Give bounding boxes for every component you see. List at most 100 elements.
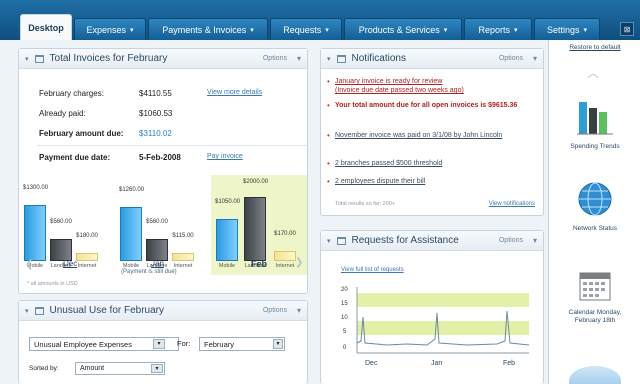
restore-default-link[interactable]: Restore to default: [553, 44, 637, 51]
y-tick: 15: [341, 301, 348, 307]
full-list-link[interactable]: View full list of requests: [341, 267, 404, 273]
options-link[interactable]: Options: [499, 55, 523, 62]
bar-value: $170.00: [274, 231, 296, 237]
invoice-bar-chart: $1300.00 Mobile $560.00 Landline $180.00…: [23, 175, 307, 279]
tab-settings[interactable]: Settings ▾: [534, 18, 600, 40]
scroll-left-icon[interactable]: ❮: [25, 259, 33, 270]
bar-mobile: [216, 219, 238, 261]
tab-products-services[interactable]: Products & Services ▾: [344, 18, 462, 40]
row-value: $1060.53: [139, 109, 173, 118]
notification-subtext: (Invoice due date passed two weeks ago): [335, 87, 464, 94]
chevron-down-icon[interactable]: ▾: [533, 54, 537, 63]
dropdown-arrow-icon[interactable]: ▾: [273, 339, 283, 349]
notifications-panel: ▾ Notifications Options ▾ • January invo…: [320, 48, 544, 216]
select-value: February: [204, 340, 235, 349]
calendar-icon: [34, 54, 44, 63]
widget-label: Spending Trends: [570, 143, 620, 150]
tab-label: Products & Services: [358, 24, 440, 35]
view-notifications-link[interactable]: View notifications: [489, 201, 535, 207]
threshold-band: [357, 293, 529, 307]
tab-expenses[interactable]: Expenses ▾: [74, 18, 146, 40]
scroll-up-icon[interactable]: ︿: [587, 64, 599, 81]
close-icon[interactable]: ⊠: [620, 22, 634, 36]
calendar-icon: [336, 54, 346, 63]
bar-internet: [76, 253, 98, 261]
options-link[interactable]: Options: [263, 55, 287, 62]
tab-label: Settings: [546, 24, 580, 35]
assistance-panel: ▾ Requests for Assistance Options ▾ View…: [320, 230, 544, 384]
tab-requests[interactable]: Requests ▾: [270, 18, 342, 40]
chevron-down-icon[interactable]: ▾: [297, 306, 301, 315]
bar-value: $115.00: [172, 233, 194, 239]
tab-desktop[interactable]: Desktop: [20, 14, 72, 40]
x-tick: Feb: [503, 360, 515, 367]
for-label: For:: [177, 339, 191, 348]
view-details-link[interactable]: View more details: [207, 89, 262, 98]
month-dec[interactable]: Dec: [63, 259, 77, 268]
panel-header: ▾ Requests for Assistance Options ▾: [321, 231, 543, 251]
row-label: Already paid:: [39, 109, 86, 118]
y-tick: 20: [341, 287, 348, 293]
weather-icon[interactable]: [569, 366, 621, 384]
threshold-band: [357, 321, 529, 335]
bullet-icon: •: [327, 159, 330, 168]
month-jan[interactable]: Jan: [151, 259, 164, 268]
widget-spending-trends[interactable]: Spending Trends: [549, 98, 640, 151]
notification-item[interactable]: • Your total amount due for all open inv…: [327, 101, 527, 110]
bar-mobile: [120, 207, 142, 261]
bullet-icon: •: [327, 177, 330, 186]
collapse-icon[interactable]: ▾: [327, 55, 331, 63]
bar-label: Internet: [275, 263, 295, 269]
notification-text: January invoice is ready for review: [335, 78, 443, 85]
pay-invoice-link[interactable]: Pay invoice: [207, 153, 243, 162]
chevron-down-icon: ▾: [130, 26, 134, 34]
chevron-down-icon: ▾: [583, 26, 588, 34]
bar-internet: [274, 251, 296, 261]
panel-header: ▾ Notifications Options ▾: [321, 49, 543, 69]
bar-value: $180.00: [76, 233, 98, 239]
chevron-down-icon[interactable]: ▾: [297, 54, 301, 63]
tab-label: Requests: [283, 24, 322, 35]
collapse-icon[interactable]: ▾: [327, 237, 331, 245]
results-count: Total results so far: 200+: [335, 201, 396, 207]
widget-network-status[interactable]: Network Status: [549, 180, 640, 233]
scroll-right-icon[interactable]: ❯: [295, 257, 303, 268]
bar-chart-icon: [577, 102, 613, 135]
panel-title: Unusual Use for February: [49, 305, 165, 316]
notification-item[interactable]: • January invoice is ready for review (I…: [327, 77, 527, 95]
tab-payments-invoices[interactable]: Payments & Invoices ▾: [148, 18, 268, 40]
unusual-use-panel: ▾ Unusual Use for February Options ▾ Unu…: [18, 300, 308, 384]
invoices-panel: ▾ Total Invoices for February Options ▾ …: [18, 48, 308, 294]
options-link[interactable]: Options: [263, 307, 287, 314]
bar-label: Mobile: [218, 263, 236, 269]
bar-value: $560.00: [50, 219, 72, 225]
collapse-icon[interactable]: ▾: [25, 55, 29, 63]
tab-label: Payments & Invoices: [162, 24, 247, 35]
bar-value: $1260.00: [119, 187, 145, 193]
options-link[interactable]: Options: [499, 237, 523, 244]
widget-calendar[interactable]: Calendar Monday, February 18th: [549, 268, 640, 325]
y-tick: 10: [341, 315, 348, 321]
invoice-row: Already paid: $1060.53: [39, 109, 207, 118]
sort-label: Sorted by:: [29, 365, 59, 372]
month-note: (Payment is still due): [121, 269, 177, 275]
month-feb[interactable]: Feb: [251, 259, 267, 269]
collapse-icon[interactable]: ▾: [25, 307, 29, 315]
chevron-down-icon: ▾: [250, 26, 254, 34]
x-tick: Dec: [365, 360, 378, 367]
notification-item[interactable]: • November invoice was paid on 3/1/08 by…: [327, 131, 527, 140]
notification-text: 2 employees dispute their bill: [335, 178, 426, 185]
dropdown-arrow-icon[interactable]: ▾: [153, 339, 165, 349]
calendar-icon: [579, 272, 611, 301]
dropdown-arrow-icon[interactable]: ▾: [151, 364, 163, 373]
notification-item[interactable]: • 2 branches passed $500 threshold: [327, 159, 527, 168]
chevron-down-icon[interactable]: ▾: [533, 236, 537, 245]
bar-label: Internet: [77, 263, 97, 269]
notification-text: Your total amount due for all open invoi…: [335, 102, 518, 109]
row-label: February amount due:: [39, 129, 124, 138]
notification-item[interactable]: • 2 employees dispute their bill: [327, 177, 527, 186]
tab-label: Expenses: [86, 24, 126, 35]
chevron-down-icon: ▾: [325, 26, 329, 34]
tab-reports[interactable]: Reports ▾: [464, 18, 532, 40]
requests-line-chart: 20 15 10 5 0 Dec Jan Feb: [341, 287, 530, 367]
